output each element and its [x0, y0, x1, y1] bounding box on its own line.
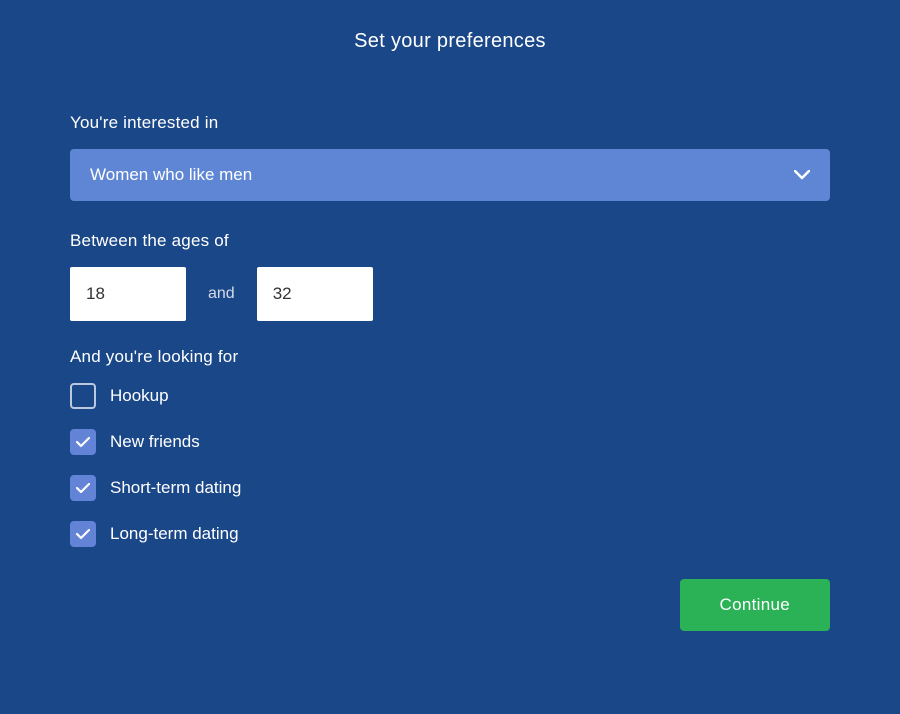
- checkbox-label: Short-term dating: [110, 478, 241, 498]
- check-icon: [76, 529, 90, 540]
- page-title: Set your preferences: [0, 0, 900, 53]
- checkbox: [70, 521, 96, 547]
- interested-label: You're interested in: [70, 113, 830, 133]
- checkbox-label: Long-term dating: [110, 524, 239, 544]
- age-and-label: and: [208, 285, 235, 303]
- looking-for-group: Hookup New friends Short-term dating Lon…: [70, 383, 830, 547]
- chevron-down-icon: [794, 170, 810, 180]
- interested-dropdown[interactable]: Women who like men: [70, 149, 830, 201]
- checkbox-option-long-term-dating[interactable]: Long-term dating: [70, 521, 830, 547]
- checkbox-label: New friends: [110, 432, 200, 452]
- check-icon: [76, 437, 90, 448]
- checkbox: [70, 475, 96, 501]
- continue-button[interactable]: Continue: [680, 579, 830, 631]
- checkbox-option-short-term-dating[interactable]: Short-term dating: [70, 475, 830, 501]
- checkbox: [70, 383, 96, 409]
- age-min-input[interactable]: [70, 267, 186, 321]
- check-icon: [76, 483, 90, 494]
- checkbox-option-new-friends[interactable]: New friends: [70, 429, 830, 455]
- interested-selected-value: Women who like men: [90, 165, 252, 185]
- ages-label: Between the ages of: [70, 231, 830, 251]
- button-row: Continue: [0, 567, 900, 631]
- checkbox: [70, 429, 96, 455]
- checkbox-label: Hookup: [110, 386, 169, 406]
- age-range-row: and: [70, 267, 830, 321]
- looking-for-label: And you're looking for: [70, 347, 830, 367]
- preferences-form: You're interested in Women who like men …: [0, 53, 900, 547]
- checkbox-option-hookup[interactable]: Hookup: [70, 383, 830, 409]
- age-max-input[interactable]: [257, 267, 373, 321]
